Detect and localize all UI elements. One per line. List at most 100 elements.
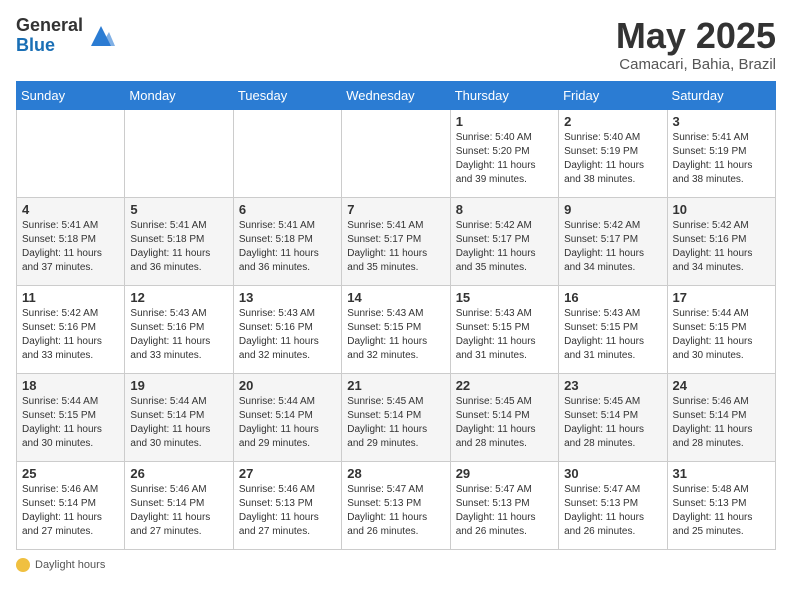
- day-info: Sunrise: 5:45 AM Sunset: 5:14 PM Dayligh…: [456, 395, 553, 451]
- day-number: 3: [673, 114, 770, 129]
- daylight-label: Daylight hours: [35, 559, 105, 571]
- day-cell: 5 Sunrise: 5:41 AM Sunset: 5:18 PM Daylig…: [125, 197, 233, 285]
- day-number: 23: [564, 378, 661, 393]
- logo-icon: [87, 22, 115, 50]
- week-row-1: 1 Sunrise: 5:40 AM Sunset: 5:20 PM Daylig…: [17, 109, 776, 197]
- day-info: Sunrise: 5:48 AM Sunset: 5:13 PM Dayligh…: [673, 483, 770, 539]
- header-row: SundayMondayTuesdayWednesdayThursdayFrid…: [17, 81, 776, 109]
- day-cell: 2 Sunrise: 5:40 AM Sunset: 5:19 PM Daylig…: [559, 109, 667, 197]
- header-cell-wednesday: Wednesday: [342, 81, 450, 109]
- daylight-icon: [16, 558, 30, 572]
- daylight-legend: Daylight hours: [16, 558, 105, 572]
- header-cell-friday: Friday: [559, 81, 667, 109]
- day-number: 22: [456, 378, 553, 393]
- logo-blue: Blue: [16, 36, 83, 56]
- title-section: May 2025 Camacari, Bahia, Brazil: [616, 16, 776, 73]
- day-info: Sunrise: 5:42 AM Sunset: 5:16 PM Dayligh…: [22, 307, 119, 363]
- header-cell-tuesday: Tuesday: [233, 81, 341, 109]
- week-row-4: 18 Sunrise: 5:44 AM Sunset: 5:15 PM Dayli…: [17, 373, 776, 461]
- day-cell: 15Sunrise: 5:43 AM Sunset: 5:15 PM Dayli…: [450, 285, 558, 373]
- day-number: 18: [22, 378, 119, 393]
- day-cell: 1 Sunrise: 5:40 AM Sunset: 5:20 PM Daylig…: [450, 109, 558, 197]
- day-number: 26: [130, 466, 227, 481]
- calendar-footer: Daylight hours: [16, 558, 776, 572]
- day-info: Sunrise: 5:43 AM Sunset: 5:15 PM Dayligh…: [564, 307, 661, 363]
- day-info: Sunrise: 5:41 AM Sunset: 5:18 PM Dayligh…: [130, 219, 227, 275]
- week-row-3: 11Sunrise: 5:42 AM Sunset: 5:16 PM Dayli…: [17, 285, 776, 373]
- logo-general: General: [16, 16, 83, 36]
- day-number: 19: [130, 378, 227, 393]
- day-cell: 7Sunrise: 5:41 AM Sunset: 5:17 PM Daylig…: [342, 197, 450, 285]
- day-number: 20: [239, 378, 336, 393]
- day-cell: 6 Sunrise: 5:41 AM Sunset: 5:18 PM Daylig…: [233, 197, 341, 285]
- calendar-table: SundayMondayTuesdayWednesdayThursdayFrid…: [16, 81, 776, 550]
- day-cell: 26 Sunrise: 5:46 AM Sunset: 5:14 PM Dayli…: [125, 461, 233, 549]
- day-cell: 9Sunrise: 5:42 AM Sunset: 5:17 PM Daylig…: [559, 197, 667, 285]
- day-info: Sunrise: 5:41 AM Sunset: 5:18 PM Dayligh…: [22, 219, 119, 275]
- day-cell: 18 Sunrise: 5:44 AM Sunset: 5:15 PM Dayli…: [17, 373, 125, 461]
- day-cell: 21 Sunrise: 5:45 AM Sunset: 5:14 PM Dayli…: [342, 373, 450, 461]
- day-info: Sunrise: 5:42 AM Sunset: 5:16 PM Dayligh…: [673, 219, 770, 275]
- day-number: 29: [456, 466, 553, 481]
- day-info: Sunrise: 5:46 AM Sunset: 5:14 PM Dayligh…: [22, 483, 119, 539]
- day-cell: 17 Sunrise: 5:44 AM Sunset: 5:15 PM Dayli…: [667, 285, 775, 373]
- day-info: Sunrise: 5:41 AM Sunset: 5:19 PM Dayligh…: [673, 131, 770, 187]
- day-number: 27: [239, 466, 336, 481]
- day-number: 1: [456, 114, 553, 129]
- day-info: Sunrise: 5:46 AM Sunset: 5:14 PM Dayligh…: [130, 483, 227, 539]
- day-cell: 3 Sunrise: 5:41 AM Sunset: 5:19 PM Daylig…: [667, 109, 775, 197]
- page-header: General Blue May 2025 Camacari, Bahia, B…: [16, 16, 776, 73]
- day-number: 31: [673, 466, 770, 481]
- day-info: Sunrise: 5:46 AM Sunset: 5:14 PM Dayligh…: [673, 395, 770, 451]
- logo: General Blue: [16, 16, 115, 56]
- day-info: Sunrise: 5:43 AM Sunset: 5:16 PM Dayligh…: [130, 307, 227, 363]
- day-info: Sunrise: 5:45 AM Sunset: 5:14 PM Dayligh…: [347, 395, 444, 451]
- header-cell-monday: Monday: [125, 81, 233, 109]
- location-subtitle: Camacari, Bahia, Brazil: [616, 56, 776, 73]
- week-row-2: 4 Sunrise: 5:41 AM Sunset: 5:18 PM Daylig…: [17, 197, 776, 285]
- day-number: 12: [130, 290, 227, 305]
- day-cell: 29Sunrise: 5:47 AM Sunset: 5:13 PM Dayli…: [450, 461, 558, 549]
- day-cell: 27Sunrise: 5:46 AM Sunset: 5:13 PM Dayli…: [233, 461, 341, 549]
- day-cell: 10 Sunrise: 5:42 AM Sunset: 5:16 PM Dayli…: [667, 197, 775, 285]
- day-number: 28: [347, 466, 444, 481]
- day-cell: 13Sunrise: 5:43 AM Sunset: 5:16 PM Dayli…: [233, 285, 341, 373]
- header-cell-thursday: Thursday: [450, 81, 558, 109]
- day-info: Sunrise: 5:44 AM Sunset: 5:15 PM Dayligh…: [22, 395, 119, 451]
- day-number: 2: [564, 114, 661, 129]
- day-cell: 8Sunrise: 5:42 AM Sunset: 5:17 PM Daylig…: [450, 197, 558, 285]
- day-cell: 28 Sunrise: 5:47 AM Sunset: 5:13 PM Dayli…: [342, 461, 450, 549]
- day-number: 8: [456, 202, 553, 217]
- day-number: 5: [130, 202, 227, 217]
- day-number: 6: [239, 202, 336, 217]
- day-info: Sunrise: 5:44 AM Sunset: 5:14 PM Dayligh…: [239, 395, 336, 451]
- day-number: 21: [347, 378, 444, 393]
- day-number: 16: [564, 290, 661, 305]
- day-number: 14: [347, 290, 444, 305]
- day-cell: 24 Sunrise: 5:46 AM Sunset: 5:14 PM Dayli…: [667, 373, 775, 461]
- day-cell: 25Sunrise: 5:46 AM Sunset: 5:14 PM Dayli…: [17, 461, 125, 549]
- day-info: Sunrise: 5:40 AM Sunset: 5:19 PM Dayligh…: [564, 131, 661, 187]
- day-info: Sunrise: 5:47 AM Sunset: 5:13 PM Dayligh…: [347, 483, 444, 539]
- day-info: Sunrise: 5:40 AM Sunset: 5:20 PM Dayligh…: [456, 131, 553, 187]
- day-number: 24: [673, 378, 770, 393]
- day-number: 17: [673, 290, 770, 305]
- day-number: 30: [564, 466, 661, 481]
- day-info: Sunrise: 5:47 AM Sunset: 5:13 PM Dayligh…: [564, 483, 661, 539]
- day-number: 13: [239, 290, 336, 305]
- day-info: Sunrise: 5:41 AM Sunset: 5:18 PM Dayligh…: [239, 219, 336, 275]
- day-info: Sunrise: 5:44 AM Sunset: 5:15 PM Dayligh…: [673, 307, 770, 363]
- day-info: Sunrise: 5:42 AM Sunset: 5:17 PM Dayligh…: [564, 219, 661, 275]
- day-cell: 31 Sunrise: 5:48 AM Sunset: 5:13 PM Dayli…: [667, 461, 775, 549]
- day-number: 7: [347, 202, 444, 217]
- day-number: 4: [22, 202, 119, 217]
- day-cell: 12 Sunrise: 5:43 AM Sunset: 5:16 PM Dayli…: [125, 285, 233, 373]
- day-cell: [125, 109, 233, 197]
- week-row-5: 25Sunrise: 5:46 AM Sunset: 5:14 PM Dayli…: [17, 461, 776, 549]
- day-cell: 23Sunrise: 5:45 AM Sunset: 5:14 PM Dayli…: [559, 373, 667, 461]
- day-cell: [342, 109, 450, 197]
- header-cell-sunday: Sunday: [17, 81, 125, 109]
- day-cell: 20 Sunrise: 5:44 AM Sunset: 5:14 PM Dayli…: [233, 373, 341, 461]
- day-cell: 16 Sunrise: 5:43 AM Sunset: 5:15 PM Dayli…: [559, 285, 667, 373]
- day-number: 10: [673, 202, 770, 217]
